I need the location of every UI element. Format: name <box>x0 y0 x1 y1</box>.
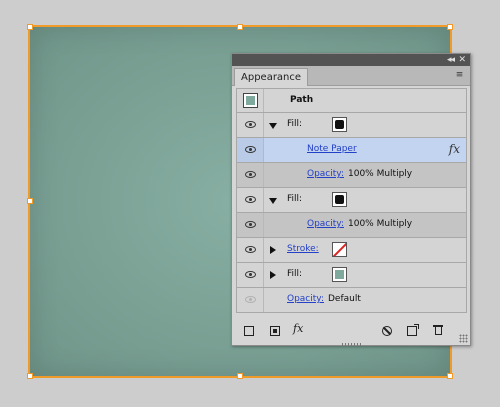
disclosure-triangle-icon[interactable] <box>269 123 277 129</box>
eye-icon[interactable] <box>245 271 256 278</box>
appearance-list: Path Fill: Note Paper fx Opacity: 100% M… <box>236 88 467 313</box>
fill-pattern-swatch-icon[interactable] <box>332 117 347 132</box>
handle-top-center[interactable] <box>237 24 243 30</box>
fill-pattern-swatch-icon[interactable] <box>332 192 347 207</box>
eye-column <box>237 238 264 262</box>
handle-bottom-right[interactable] <box>447 373 453 379</box>
collapse-icon[interactable]: ◂◂ <box>447 54 455 66</box>
disclosure-triangle-icon[interactable] <box>270 246 276 254</box>
appearance-panel: ◂◂ ✕ Appearance ≡ Path Fill: Note Paper … <box>231 53 471 346</box>
row-path[interactable]: Path <box>236 88 467 113</box>
new-fill-icon[interactable] <box>270 326 280 336</box>
thumbnail-column <box>237 89 264 112</box>
eye-icon <box>245 296 256 303</box>
eye-column <box>237 288 264 312</box>
row-fill-1[interactable]: Fill: <box>236 113 467 138</box>
row-opacity-1[interactable]: Opacity: 100% Multiply <box>236 163 467 188</box>
eye-icon[interactable] <box>245 121 256 128</box>
handle-bottom-left[interactable] <box>27 373 33 379</box>
disclosure-triangle-icon[interactable] <box>269 198 277 204</box>
eye-column <box>237 113 264 137</box>
disclosure-triangle-icon[interactable] <box>270 271 276 279</box>
path-thumbnail-icon <box>243 93 258 108</box>
row-opacity-3[interactable]: Opacity: Default <box>236 288 467 313</box>
fill-color-swatch-icon[interactable] <box>332 267 347 282</box>
eye-icon[interactable] <box>245 146 256 153</box>
clear-appearance-icon[interactable] <box>382 326 392 336</box>
row-fill-3[interactable]: Fill: <box>236 263 467 288</box>
eye-column <box>237 138 264 162</box>
eye-column <box>237 213 264 237</box>
eye-icon[interactable] <box>245 196 256 203</box>
stroke-link[interactable]: Stroke: <box>287 244 319 254</box>
eye-icon[interactable] <box>245 221 256 228</box>
opacity-value: Default <box>328 294 361 304</box>
opacity-link[interactable]: Opacity: <box>287 294 324 304</box>
handle-top-left[interactable] <box>27 24 33 30</box>
panel-title-bar[interactable]: ◂◂ ✕ <box>232 54 470 66</box>
opacity-value: 100% Multiply <box>348 219 413 229</box>
panel-bottom-toolbar: fx <box>236 322 467 340</box>
handle-bottom-center[interactable] <box>237 373 243 379</box>
opacity-link[interactable]: Opacity: <box>307 169 344 179</box>
stroke-none-swatch-icon[interactable] <box>332 242 347 257</box>
close-icon[interactable]: ✕ <box>458 54 466 66</box>
row-note-paper[interactable]: Note Paper fx <box>236 138 467 163</box>
duplicate-item-icon[interactable] <box>407 324 419 336</box>
resize-grip-icon[interactable] <box>459 334 468 343</box>
panel-menu-icon[interactable]: ≡ <box>453 69 466 81</box>
tab-appearance[interactable]: Appearance <box>234 68 309 86</box>
row-opacity-2[interactable]: Opacity: 100% Multiply <box>236 213 467 238</box>
fill-label: Fill: <box>287 119 303 129</box>
delete-item-icon[interactable] <box>433 325 443 336</box>
new-stroke-icon[interactable] <box>244 326 254 336</box>
fx-icon[interactable]: fx <box>449 142 460 156</box>
fill-label: Fill: <box>287 194 303 204</box>
opacity-value: 100% Multiply <box>348 169 413 179</box>
add-effect-fx-icon[interactable]: fx <box>293 322 311 335</box>
eye-column <box>237 163 264 187</box>
panel-grip[interactable] <box>342 343 362 346</box>
handle-top-right[interactable] <box>447 24 453 30</box>
panel-tab-bar: Appearance ≡ <box>232 66 470 86</box>
eye-icon[interactable] <box>245 246 256 253</box>
eye-column <box>237 188 264 212</box>
opacity-link[interactable]: Opacity: <box>307 219 344 229</box>
eye-column <box>237 263 264 287</box>
row-stroke[interactable]: Stroke: <box>236 238 467 263</box>
effect-link-note-paper[interactable]: Note Paper <box>307 144 357 154</box>
row-fill-2[interactable]: Fill: <box>236 188 467 213</box>
fill-label: Fill: <box>287 269 303 279</box>
eye-icon[interactable] <box>245 171 256 178</box>
handle-middle-left[interactable] <box>27 198 33 204</box>
path-label: Path <box>290 95 314 105</box>
